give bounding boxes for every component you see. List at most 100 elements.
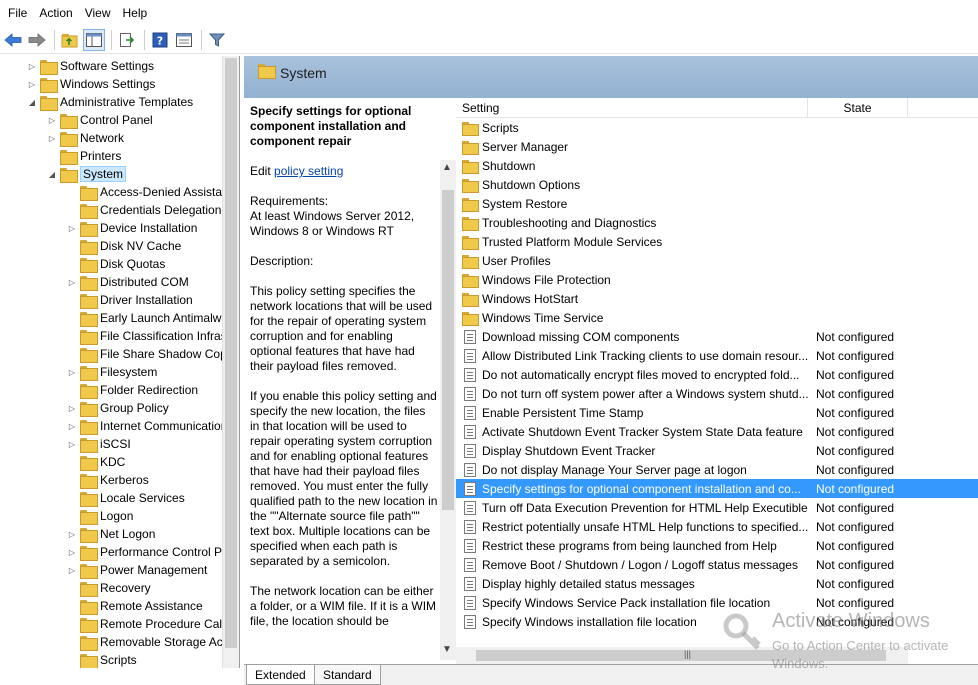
tree-vertical-scrollbar[interactable] xyxy=(222,56,239,668)
list-item[interactable]: Restrict these programs from being launc… xyxy=(456,536,978,555)
policy-setting-link[interactable]: policy setting xyxy=(274,164,343,178)
list-item[interactable]: Allow Distributed Link Tracking clients … xyxy=(456,346,978,365)
list-item[interactable]: Trusted Platform Module Services xyxy=(456,232,978,251)
filter-icon[interactable] xyxy=(206,29,228,51)
expand-arrow-icon[interactable]: ▷ xyxy=(26,75,38,93)
tree-item[interactable]: ▷ Performance Control Panel xyxy=(66,543,239,561)
list-item[interactable]: Display Shutdown Event Tracker Not config… xyxy=(456,441,978,460)
console-tree[interactable]: ▷ Software Settings ▷ Windows Settings ◢ Admi… xyxy=(0,56,240,668)
expand-arrow-icon[interactable]: ▷ xyxy=(66,525,78,543)
expand-arrow-icon[interactable]: ▷ xyxy=(46,111,58,129)
tree-item[interactable]: ▷ Distributed COM xyxy=(66,273,189,291)
tree-item[interactable]: Remote Assistance xyxy=(66,597,203,615)
tree-item[interactable]: File Share Shadow Copy xyxy=(66,345,233,363)
expand-arrow-icon[interactable]: ▷ xyxy=(66,219,78,237)
list-item[interactable]: Enable Persistent Time Stamp Not configur… xyxy=(456,403,978,422)
forward-arrow-icon[interactable] xyxy=(26,29,48,51)
menu-file[interactable]: File xyxy=(2,0,33,26)
list-item[interactable]: Do not automatically encrypt files moved… xyxy=(456,365,978,384)
show-hide-tree-icon[interactable] xyxy=(83,28,105,51)
expand-arrow-icon[interactable]: ▷ xyxy=(66,561,78,579)
list-item[interactable]: Do not turn off system power after a Win… xyxy=(456,384,978,403)
tree-item[interactable]: ◢ Administrative Templates xyxy=(26,93,193,111)
tree-item[interactable]: ▷ Software Settings xyxy=(26,57,154,75)
settings-list[interactable]: Setting State Scripts Server Manager Shutd… xyxy=(456,98,978,664)
expand-arrow-icon[interactable]: ▷ xyxy=(46,129,58,147)
tree-item[interactable]: Disk NV Cache xyxy=(66,237,181,255)
list-item[interactable]: Specify settings for optional component … xyxy=(456,479,978,498)
list-item[interactable]: Shutdown Options xyxy=(456,175,978,194)
tree-item[interactable]: Early Launch Antimalware xyxy=(66,309,239,327)
tree-item[interactable]: Credentials Delegation xyxy=(66,201,221,219)
menu-help[interactable]: Help xyxy=(117,0,154,26)
tree-item[interactable]: ▷ Internet Communication xyxy=(66,417,227,435)
tree-item[interactable]: Kerberos xyxy=(66,471,149,489)
list-item[interactable]: Download missing COM components Not confi… xyxy=(456,327,978,346)
collapse-arrow-icon[interactable]: ◢ xyxy=(46,165,58,183)
description-vertical-scrollbar[interactable]: ▲ ▼ xyxy=(440,160,456,660)
tree-item[interactable]: ▷ Group Policy xyxy=(66,399,169,417)
tree-item[interactable]: Driver Installation xyxy=(66,291,193,309)
column-setting[interactable]: Setting xyxy=(456,98,808,118)
list-item[interactable]: Windows File Protection xyxy=(456,270,978,289)
list-item[interactable]: Scripts xyxy=(456,118,978,137)
properties-icon[interactable] xyxy=(173,29,195,51)
tree-item[interactable]: Printers xyxy=(46,147,121,165)
list-item[interactable]: Troubleshooting and Diagnostics xyxy=(456,213,978,232)
list-item[interactable]: Display highly detailed status messages N… xyxy=(456,574,978,593)
list-item[interactable]: Turn off Data Execution Prevention for H… xyxy=(456,498,978,517)
expand-arrow-icon[interactable]: ▷ xyxy=(66,399,78,417)
tree-item[interactable]: Scripts xyxy=(66,651,137,668)
list-item[interactable]: System Restore xyxy=(456,194,978,213)
scrollbar-thumb[interactable] xyxy=(225,58,237,648)
list-item[interactable]: Specify Windows installation file locati… xyxy=(456,612,978,631)
list-item[interactable]: Windows HotStart xyxy=(456,289,978,308)
help-icon[interactable]: ? xyxy=(149,29,171,51)
list-item[interactable]: Restrict potentially unsafe HTML Help fu… xyxy=(456,517,978,536)
list-item[interactable]: Server Manager xyxy=(456,137,978,156)
tree-item[interactable]: ▷ Windows Settings xyxy=(26,75,155,93)
tree-item[interactable]: ▷ iSCSI xyxy=(66,435,131,453)
tree-item[interactable]: Removable Storage Access xyxy=(66,633,239,651)
tree-item[interactable]: ▷ Control Panel xyxy=(46,111,153,129)
list-horizontal-scrollbar[interactable]: ||| xyxy=(456,647,908,664)
scroll-up-icon[interactable]: ▲ xyxy=(442,162,452,173)
list-item[interactable]: Shutdown xyxy=(456,156,978,175)
tree-item[interactable]: Recovery xyxy=(66,579,151,597)
tree-item[interactable]: Locale Services xyxy=(66,489,185,507)
tree-item[interactable]: Remote Procedure Call xyxy=(66,615,225,633)
tree-item[interactable]: ▷ Net Logon xyxy=(66,525,155,543)
tab-standard[interactable]: Standard xyxy=(314,665,381,685)
back-arrow-icon[interactable] xyxy=(2,29,24,51)
tree-item[interactable]: ▷ Filesystem xyxy=(66,363,157,381)
scroll-down-icon[interactable]: ▼ xyxy=(442,644,452,655)
tree-item[interactable]: KDC xyxy=(66,453,125,471)
expand-arrow-icon[interactable]: ▷ xyxy=(26,57,38,75)
tree-item[interactable]: ▷ Power Management xyxy=(66,561,207,579)
expand-arrow-icon[interactable]: ▷ xyxy=(66,417,78,435)
menu-view[interactable]: View xyxy=(79,0,117,26)
expand-arrow-icon[interactable]: ▷ xyxy=(66,543,78,561)
list-item[interactable]: Windows Time Service xyxy=(456,308,978,327)
tree-item[interactable]: Logon xyxy=(66,507,133,525)
list-item[interactable]: Remove Boot / Shutdown / Logon / Logoff … xyxy=(456,555,978,574)
tree-item[interactable]: ◢ System xyxy=(46,165,127,183)
tree-item[interactable]: Folder Redirection xyxy=(66,381,198,399)
list-item[interactable]: Specify Windows Service Pack installatio… xyxy=(456,593,978,612)
tree-item[interactable]: File Classification Infrastructure xyxy=(66,327,239,345)
expand-arrow-icon[interactable]: ▷ xyxy=(66,363,78,381)
tree-item[interactable]: ▷ Network xyxy=(46,129,124,147)
tree-item[interactable]: ▷ Device Installation xyxy=(66,219,197,237)
tab-extended[interactable]: Extended xyxy=(246,665,315,685)
list-item[interactable]: Do not display Manage Your Server page a… xyxy=(456,460,978,479)
up-folder-icon[interactable] xyxy=(59,29,81,51)
tree-item[interactable]: Disk Quotas xyxy=(66,255,165,273)
list-item[interactable]: User Profiles xyxy=(456,251,978,270)
scrollbar-thumb[interactable] xyxy=(442,190,454,510)
menu-action[interactable]: Action xyxy=(33,0,78,26)
list-item[interactable]: Activate Shutdown Event Tracker System S… xyxy=(456,422,978,441)
tree-item[interactable]: Access-Denied Assistance xyxy=(66,183,239,201)
export-list-icon[interactable] xyxy=(116,29,138,51)
scrollbar-thumb[interactable] xyxy=(476,650,886,661)
expand-arrow-icon[interactable]: ▷ xyxy=(66,273,78,291)
